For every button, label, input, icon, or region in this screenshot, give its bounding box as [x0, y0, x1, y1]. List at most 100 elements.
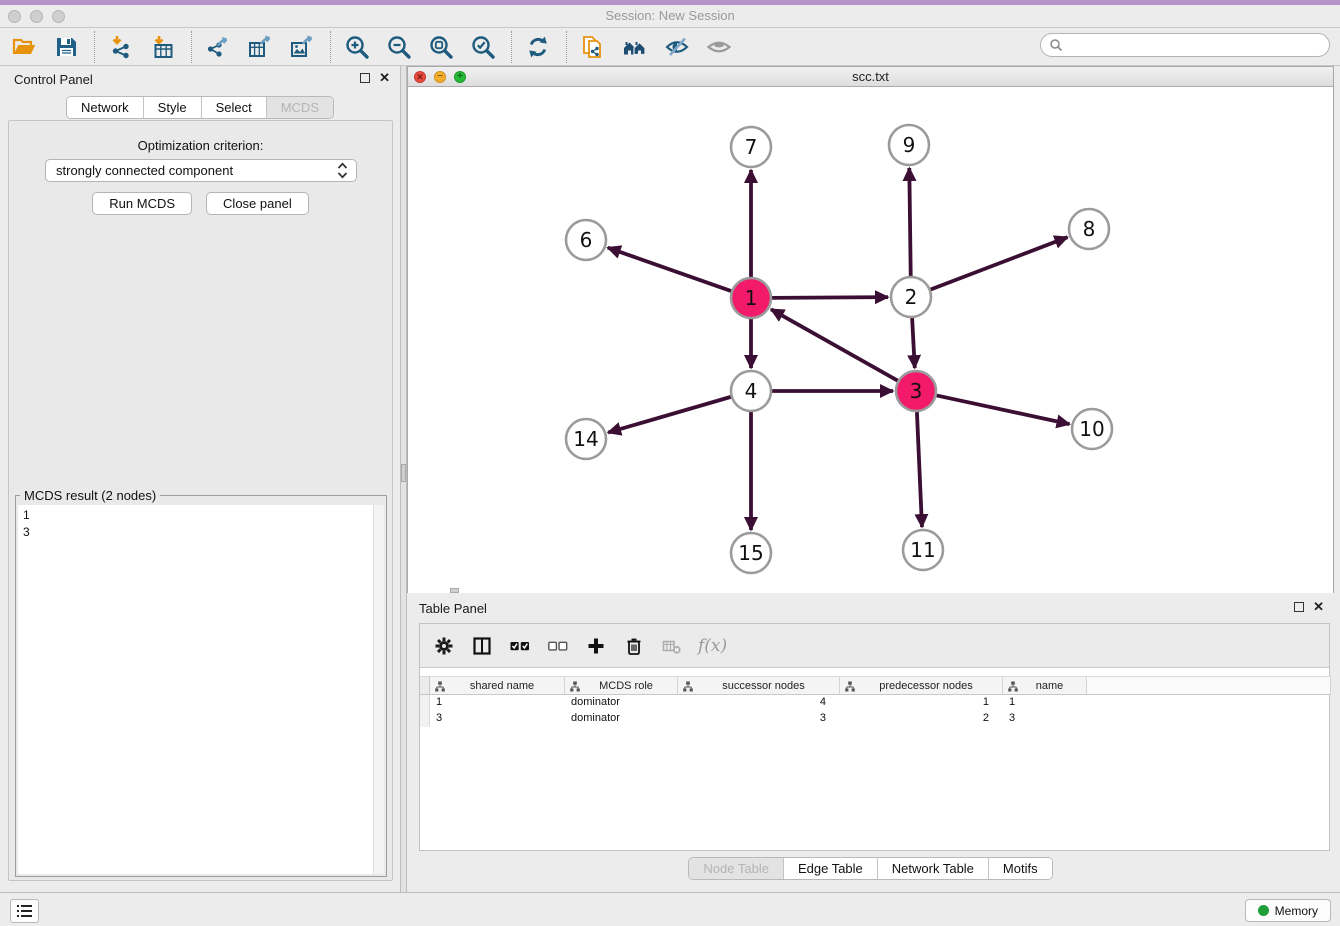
table-tab-node-table[interactable]: Node Table — [689, 858, 784, 879]
show-graphics-details-icon[interactable] — [663, 33, 691, 61]
node-6[interactable]: 6 — [566, 220, 606, 260]
add-column-icon[interactable] — [582, 632, 610, 660]
horizontal-splitter-handle[interactable] — [450, 588, 459, 593]
column-header-successor-nodes[interactable]: successor nodes — [678, 676, 840, 695]
edge-3-1[interactable] — [771, 309, 898, 380]
node-label-7: 7 — [745, 135, 758, 159]
cell-successor-nodes[interactable]: 4 — [678, 695, 840, 711]
cell-predecessor-nodes[interactable]: 2 — [840, 711, 1003, 727]
close-table-panel-icon[interactable]: ✕ — [1313, 602, 1324, 612]
show-all-networks-icon[interactable] — [621, 33, 649, 61]
bird-eye-view-icon[interactable] — [705, 33, 733, 61]
node-table-container: f(x) shared nameMCDS rolesuccessor nodes… — [419, 623, 1330, 851]
column-header-predecessor-nodes[interactable]: predecessor nodes — [840, 676, 1003, 695]
node-11[interactable]: 11 — [903, 530, 943, 570]
column-header-name[interactable]: name — [1003, 676, 1087, 695]
edge-2-9[interactable] — [909, 168, 910, 276]
node-4[interactable]: 4 — [731, 371, 771, 411]
clone-network-icon[interactable] — [579, 33, 607, 61]
node-8[interactable]: 8 — [1069, 209, 1109, 249]
zoom-fit-icon[interactable] — [427, 33, 455, 61]
result-scrollbar[interactable] — [373, 505, 384, 874]
import-table-icon[interactable] — [149, 33, 177, 61]
zoom-in-icon[interactable] — [343, 33, 371, 61]
close-panel-icon[interactable]: ✕ — [379, 73, 390, 83]
delete-columns-icon[interactable] — [620, 632, 648, 660]
cell-MCDS-role[interactable]: dominator — [565, 695, 678, 711]
cell-name[interactable]: 3 — [1003, 711, 1087, 727]
node-3[interactable]: 3 — [896, 371, 936, 411]
edge-3-11[interactable] — [917, 412, 922, 527]
edge-4-14[interactable] — [608, 397, 731, 433]
cell-name[interactable]: 1 — [1003, 695, 1087, 711]
run-mcds-button[interactable]: Run MCDS — [92, 192, 192, 215]
close-panel-button[interactable]: Close panel — [206, 192, 309, 215]
task-history-button[interactable] — [10, 899, 39, 923]
open-file-icon[interactable] — [10, 33, 38, 61]
criterion-dropdown-value: strongly connected component — [56, 163, 337, 178]
row-gutter — [420, 695, 430, 711]
export-network-icon[interactable] — [204, 33, 232, 61]
mcds-result-area[interactable]: 1 3 — [18, 505, 384, 874]
export-table-icon[interactable] — [246, 33, 274, 61]
network-canvas[interactable]: 7 9 6 8 1 2 4 3 14 10 15 11 — [408, 88, 1333, 593]
float-panel-icon[interactable] — [360, 73, 370, 83]
node-9[interactable]: 9 — [889, 125, 929, 165]
select-all-columns-icon[interactable] — [506, 632, 534, 660]
memory-button[interactable]: Memory — [1245, 899, 1331, 922]
node-7[interactable]: 7 — [731, 127, 771, 167]
global-search-field[interactable] — [1040, 33, 1330, 57]
edge-1-6[interactable] — [608, 248, 731, 291]
edge-2-8[interactable] — [931, 237, 1068, 289]
node-15[interactable]: 15 — [731, 533, 771, 573]
node-1[interactable]: 1 — [731, 278, 771, 318]
tab-network[interactable]: Network — [67, 97, 144, 118]
export-image-icon[interactable] — [288, 33, 316, 61]
tab-mcds[interactable]: MCDS — [267, 97, 333, 118]
cell-shared-name[interactable]: 3 — [430, 711, 565, 727]
table-row[interactable]: 1dominator411 — [420, 695, 1331, 711]
apply-layout-icon[interactable] — [524, 33, 552, 61]
splitter-handle[interactable] — [401, 464, 406, 482]
table-options-gear-icon[interactable] — [430, 632, 458, 660]
save-session-icon[interactable] — [52, 33, 80, 61]
node-2[interactable]: 2 — [891, 277, 931, 317]
table-tab-motifs[interactable]: Motifs — [989, 858, 1052, 879]
table-row[interactable]: 3dominator323 — [420, 711, 1331, 727]
node-label-15: 15 — [738, 541, 763, 565]
search-input[interactable] — [1063, 38, 1313, 52]
network-window-titlebar: ✕ − + scc.txt — [408, 67, 1333, 87]
tab-select[interactable]: Select — [202, 97, 267, 118]
column-header-shared-name[interactable]: shared name — [430, 676, 565, 695]
node-label-10: 10 — [1079, 417, 1104, 441]
table-tab-network-table[interactable]: Network Table — [878, 858, 989, 879]
criterion-dropdown[interactable]: strongly connected component — [45, 159, 357, 182]
deselect-all-columns-icon[interactable] — [544, 632, 572, 660]
control-panel-tabs: NetworkStyleSelectMCDS — [66, 96, 334, 119]
edge-1-2[interactable] — [772, 297, 888, 298]
node-14[interactable]: 14 — [566, 419, 606, 459]
column-type-icon — [683, 681, 693, 695]
node-10[interactable]: 10 — [1072, 409, 1112, 449]
cell-successor-nodes[interactable]: 3 — [678, 711, 840, 727]
panel-splitter[interactable] — [400, 66, 407, 892]
table-tab-edge-table[interactable]: Edge Table — [784, 858, 878, 879]
cell-predecessor-nodes[interactable]: 1 — [840, 695, 1003, 711]
edge-2-3[interactable] — [912, 318, 915, 368]
mcds-panel: Optimization criterion: strongly connect… — [8, 120, 393, 881]
float-table-panel-icon[interactable] — [1294, 602, 1304, 612]
show-column-panel-icon[interactable] — [468, 632, 496, 660]
cell-shared-name[interactable]: 1 — [430, 695, 565, 711]
import-network-icon[interactable] — [107, 33, 135, 61]
column-header-MCDS-role[interactable]: MCDS role — [565, 676, 678, 695]
zoom-selected-icon[interactable] — [469, 33, 497, 61]
node-label-11: 11 — [910, 538, 935, 562]
network-view-window: ✕ − + scc.txt 7 9 6 8 1 2 4 3 14 10 15 11 — [407, 66, 1334, 593]
edge-3-10[interactable] — [937, 395, 1070, 424]
zoom-out-icon[interactable] — [385, 33, 413, 61]
status-bar: Memory — [0, 892, 1340, 926]
cell-MCDS-role[interactable]: dominator — [565, 711, 678, 727]
column-header-label: successor nodes — [678, 680, 839, 692]
tab-style[interactable]: Style — [144, 97, 202, 118]
node-label-2: 2 — [905, 285, 918, 309]
